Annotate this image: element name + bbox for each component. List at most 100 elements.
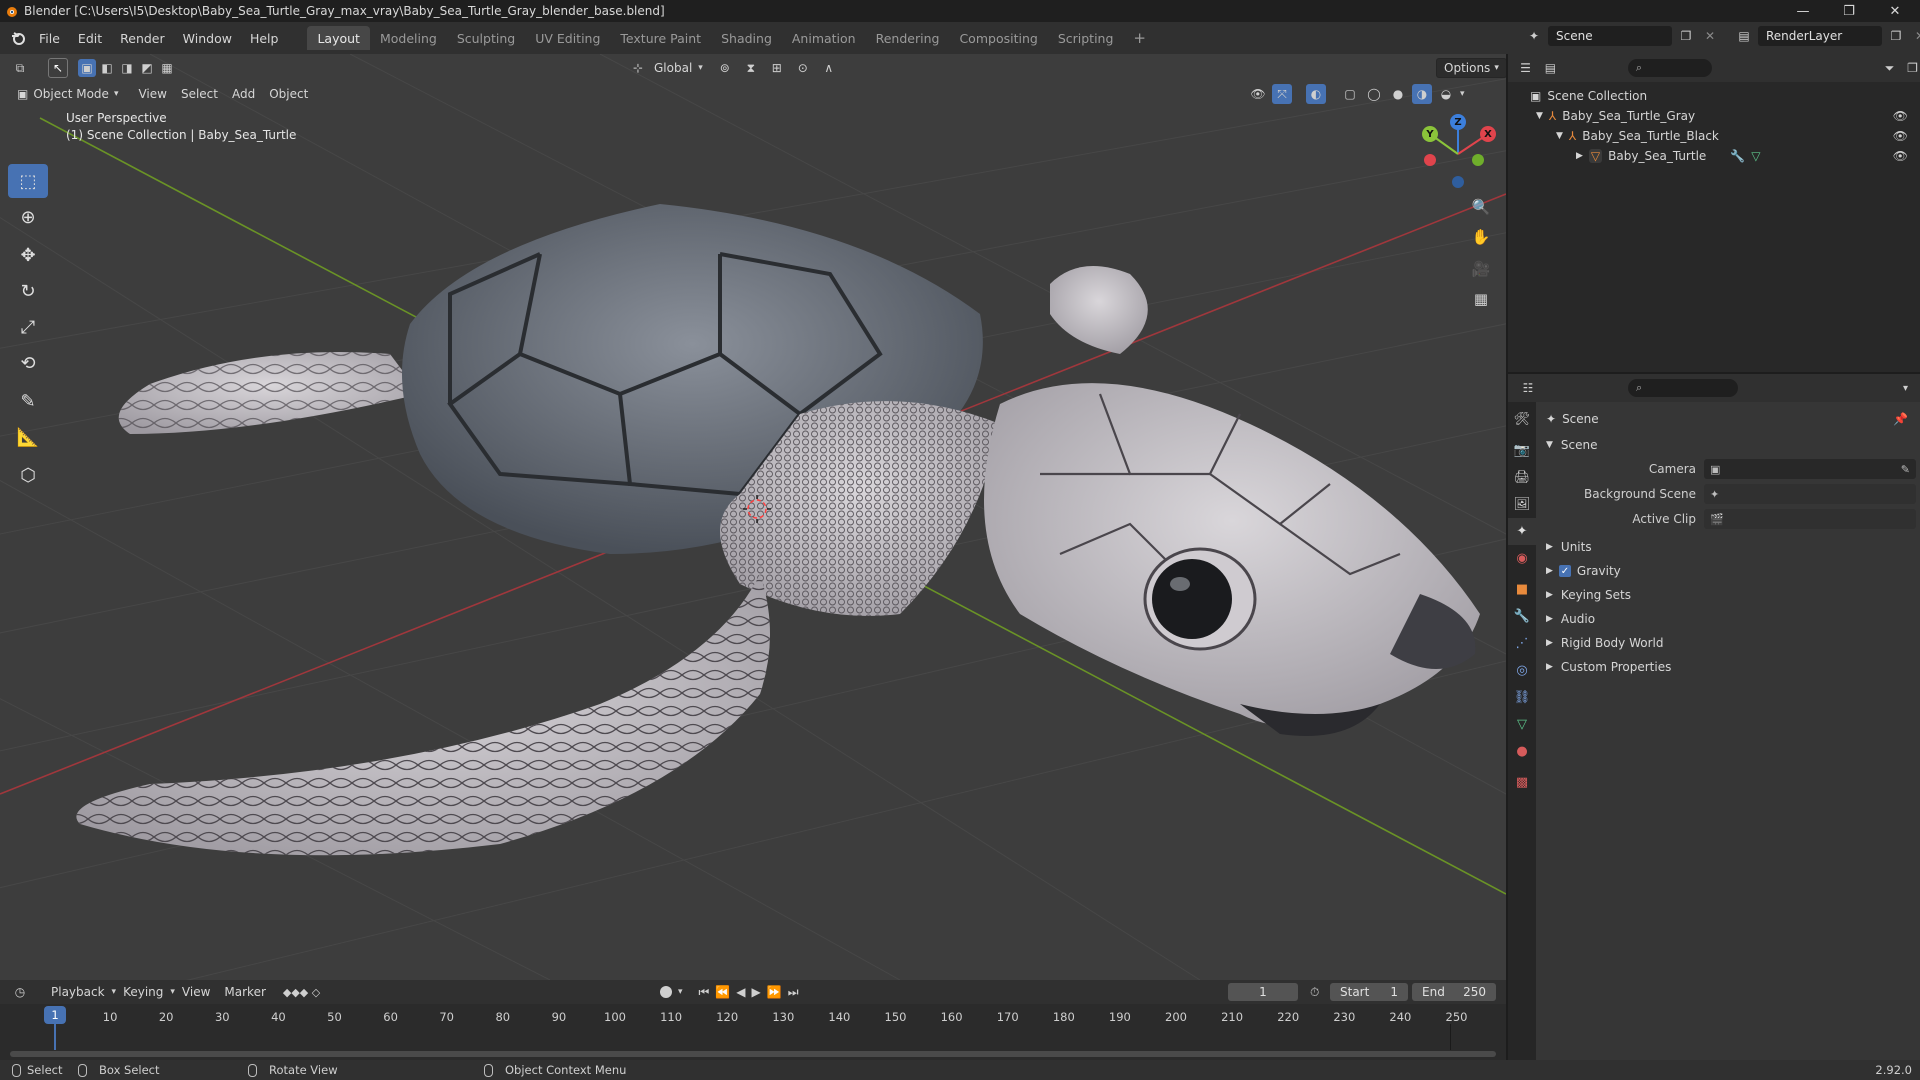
options-dropdown[interactable]: Options ▾ <box>1436 58 1506 78</box>
menu-playback[interactable]: Playback <box>44 982 112 1002</box>
snap-increment-icon[interactable]: ⊞ <box>767 58 787 78</box>
play-icon[interactable]: ▶ <box>752 985 761 999</box>
select-box-tool-icon[interactable]: ⬚ <box>8 164 48 198</box>
new-render-layer-icon[interactable]: ❐ <box>1886 26 1906 46</box>
current-frame-field[interactable]: 1 <box>1228 983 1298 1001</box>
scene-field[interactable]: Scene <box>1548 26 1672 46</box>
snap-icon[interactable]: ⧗ <box>741 58 761 78</box>
material-shading-icon[interactable]: ◑ <box>1412 84 1432 104</box>
modifier-wrench-icon[interactable]: 🔧 <box>1730 149 1745 163</box>
gizmo-y-axis[interactable]: Y <box>1422 126 1438 142</box>
end-frame-field[interactable]: End 250 <box>1412 983 1496 1001</box>
render-layer-field[interactable]: RenderLayer <box>1758 26 1882 46</box>
select-invert-icon[interactable]: ◩ <box>138 59 156 77</box>
gravity-checkbox[interactable]: ✓ <box>1558 565 1571 577</box>
menu-marker[interactable]: Marker <box>217 982 272 1002</box>
play-reverse-icon[interactable]: ◀ <box>736 985 745 999</box>
scene-panel-header[interactable]: ▼ Scene <box>1536 434 1920 456</box>
xray-icon[interactable]: ▢ <box>1340 84 1360 104</box>
gravity-panel-header[interactable]: ▶ ✓ Gravity <box>1536 560 1920 582</box>
outliner-row-turtle-black[interactable]: ▼ ⅄ Baby_Sea_Turtle_Black 👁 <box>1508 126 1920 146</box>
pivot-point-icon[interactable]: ⊚ <box>715 58 735 78</box>
selection-mode-group[interactable]: ▣ ◧ ◨ ◩ ▦ <box>78 59 176 77</box>
gizmo-neg-y[interactable] <box>1472 154 1484 166</box>
menu-render[interactable]: Render <box>111 25 174 51</box>
timeline-scrollbar[interactable] <box>10 1051 1496 1057</box>
playhead-marker[interactable]: 1 <box>44 1006 66 1024</box>
falloff-icon[interactable]: ∧ <box>819 58 839 78</box>
chevron-down-icon[interactable]: ▾ <box>1903 383 1908 394</box>
tab-scripting[interactable]: Scripting <box>1048 26 1124 50</box>
menu-add[interactable]: Add <box>225 84 262 104</box>
output-tab-icon[interactable]: 🖨 <box>1508 464 1536 491</box>
annotate-tool-icon[interactable]: ✎ <box>8 384 48 418</box>
jump-start-icon[interactable]: ⏮ <box>699 985 710 1000</box>
menu-object[interactable]: Object <box>262 84 315 104</box>
add-cube-tool-icon[interactable]: ⬡ <box>8 458 48 492</box>
menu-view[interactable]: View <box>175 982 217 1002</box>
add-workspace-button[interactable]: + <box>1123 26 1156 50</box>
menu-edit[interactable]: Edit <box>69 25 111 51</box>
particles-tab-icon[interactable]: ⋰ <box>1508 630 1536 657</box>
camera-field[interactable]: ▣ ✎ <box>1704 459 1916 479</box>
chevron-down-icon[interactable]: ▾ <box>1460 89 1465 99</box>
texture-tab-icon[interactable]: ▩ <box>1508 769 1536 796</box>
render-tab-icon[interactable]: 📷 <box>1508 437 1536 464</box>
next-keyframe-icon[interactable]: ⏩ <box>767 985 782 999</box>
display-mode-icon[interactable]: ▤ <box>1543 58 1558 78</box>
outliner-search-input[interactable]: ⌕ <box>1627 59 1713 77</box>
eye-visibility-icon[interactable]: 👁 <box>1893 149 1908 163</box>
tab-shading[interactable]: Shading <box>711 26 782 50</box>
keying-sets-panel-header[interactable]: ▶ Keying Sets <box>1536 584 1920 606</box>
properties-search-input[interactable]: ⌕ <box>1628 379 1738 397</box>
select-intersect-icon[interactable]: ▦ <box>158 59 176 77</box>
tab-animation[interactable]: Animation <box>782 26 866 50</box>
record-icon[interactable] <box>660 986 672 998</box>
zoom-icon[interactable]: 🔍 <box>1466 192 1496 222</box>
menu-view[interactable]: View <box>131 84 173 104</box>
gizmo-neg-z[interactable] <box>1452 176 1464 188</box>
active-clip-field[interactable]: 🎬 <box>1704 509 1916 529</box>
constraints-tab-icon[interactable]: ⛓ <box>1508 684 1536 711</box>
tab-sculpting[interactable]: Sculpting <box>447 26 525 50</box>
outliner-row-turtle[interactable]: ▶ ▽ Baby_Sea_Turtle 🔧 ▽ 👁 <box>1508 146 1920 166</box>
eye-visibility-icon[interactable]: 👁 <box>1893 129 1908 143</box>
gizmo-toggle-icon[interactable]: ⤧ <box>1272 84 1292 104</box>
tab-rendering[interactable]: Rendering <box>866 26 950 50</box>
select-extend-icon[interactable]: ◧ <box>98 59 116 77</box>
custom-properties-panel-header[interactable]: ▶ Custom Properties <box>1536 656 1920 678</box>
timeline-editor[interactable]: ◷ Playback ▾ Keying ▾ View Marker ◆◆◆ ◇ … <box>0 980 1506 1060</box>
eyedropper-icon[interactable]: ✎ <box>1901 463 1910 476</box>
scale-tool-icon[interactable]: ⤢ <box>8 310 48 344</box>
gizmo-x-axis[interactable]: X <box>1480 126 1496 142</box>
scene-tab-icon[interactable]: ✦ <box>1508 518 1536 545</box>
tab-texture-paint[interactable]: Texture Paint <box>610 26 711 50</box>
world-tab-icon[interactable]: ◉ <box>1508 545 1536 572</box>
mesh-data-icon[interactable]: ▽ <box>1751 149 1760 163</box>
close-button[interactable]: ✕ <box>1872 0 1918 22</box>
filter-icon[interactable]: ⏷ <box>1882 58 1897 78</box>
menu-file[interactable]: File <box>30 25 69 51</box>
delete-scene-icon[interactable]: ✕ <box>1700 26 1720 46</box>
delete-render-layer-icon[interactable]: ✕ <box>1910 26 1920 46</box>
expand-arrow-icon[interactable]: ▼ <box>1556 131 1563 141</box>
jump-end-icon[interactable]: ⏭ <box>788 985 799 1000</box>
ortho-grid-icon[interactable]: ▦ <box>1466 284 1496 314</box>
scene-selector-icon[interactable]: ✦ <box>1524 26 1544 46</box>
tool-tab-icon[interactable]: 🛠 <box>1508 406 1536 433</box>
start-frame-field[interactable]: Start 1 <box>1330 983 1408 1001</box>
object-tab-icon[interactable]: ■ <box>1508 576 1536 603</box>
outliner-row-scene-collection[interactable]: ▣ Scene Collection <box>1508 86 1920 106</box>
rendered-shading-icon[interactable]: ◒ <box>1436 84 1456 104</box>
solid-shading-icon[interactable]: ● <box>1388 84 1408 104</box>
mode-dropdown[interactable]: ▣ Object Mode ▾ <box>10 84 125 104</box>
physics-tab-icon[interactable]: ◎ <box>1508 657 1536 684</box>
gizmo-z-axis[interactable]: Z <box>1450 114 1466 130</box>
rotate-tool-icon[interactable]: ↻ <box>8 274 48 308</box>
render-layer-selector-icon[interactable]: ▤ <box>1734 26 1754 46</box>
object-data-tab-icon[interactable]: ▽ <box>1508 711 1536 738</box>
expand-arrow-icon[interactable]: ▼ <box>1536 111 1543 121</box>
overlay-toggle-icon[interactable]: ◐ <box>1306 84 1326 104</box>
menu-select[interactable]: Select <box>174 84 225 104</box>
pin-icon[interactable]: 📌 <box>1893 412 1908 426</box>
